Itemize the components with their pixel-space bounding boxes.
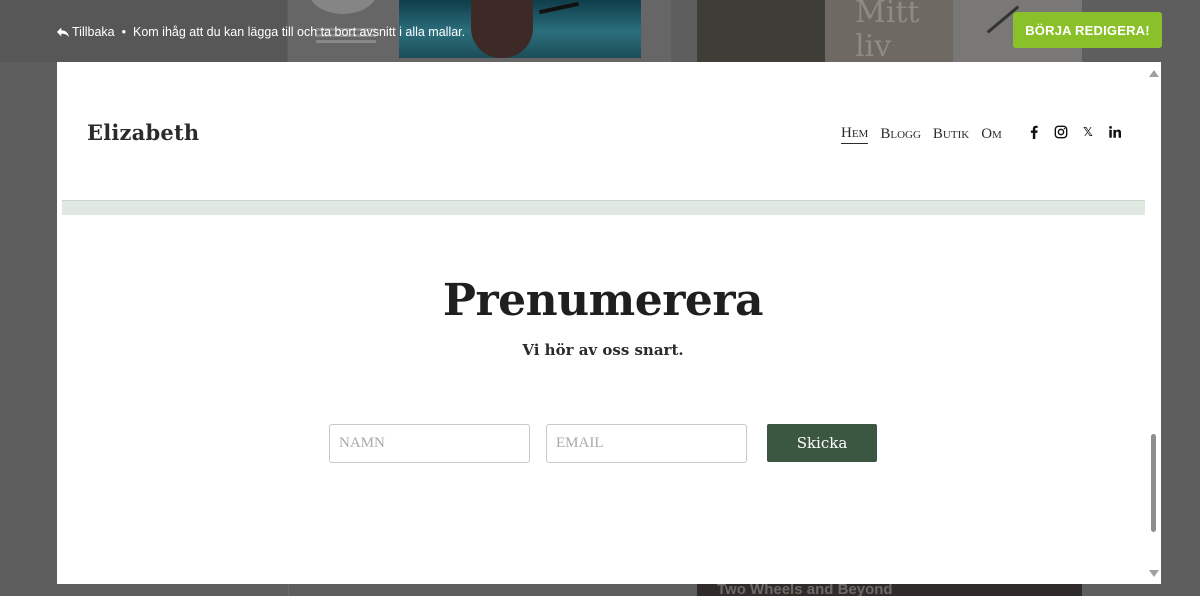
scroll-up-arrow-icon[interactable] xyxy=(1149,70,1159,77)
subscribe-subtitle: Vi hör av oss snart. xyxy=(522,341,684,359)
nav-item-blogg[interactable]: Blogg xyxy=(880,126,921,144)
scroll-down-arrow-icon[interactable] xyxy=(1149,570,1159,577)
template-title: Two Wheels and Beyond xyxy=(717,584,893,596)
site-header: Elizabeth Hem Blogg Butik Om 𝕏 xyxy=(57,62,1145,198)
back-link[interactable]: Tillbaka xyxy=(56,25,115,39)
start-editing-button[interactable]: BÖRJA REDIGERA! xyxy=(1013,12,1162,48)
template-card xyxy=(288,584,671,596)
template-title: Mitt liv xyxy=(855,0,920,64)
social-links: 𝕏 xyxy=(1027,125,1135,139)
nav-item-om[interactable]: Om xyxy=(981,126,1002,144)
instagram-icon[interactable] xyxy=(1054,125,1068,139)
nav-item-hem[interactable]: Hem xyxy=(841,125,869,144)
scrollbar[interactable] xyxy=(1145,62,1161,584)
hint-message: Kom ihåg att du kan lägga till och ta bo… xyxy=(133,25,466,39)
back-label: Tillbaka xyxy=(72,25,115,39)
scroll-thumb[interactable] xyxy=(1151,434,1156,532)
nav-item-butik[interactable]: Butik xyxy=(933,126,969,144)
site-nav: Hem Blogg Butik Om xyxy=(841,125,1014,144)
send-button[interactable]: Skicka xyxy=(767,424,877,462)
template-preview-frame: Elizabeth Hem Blogg Butik Om 𝕏 Prenumere… xyxy=(57,62,1161,584)
template-avatar xyxy=(308,0,378,14)
reply-arrow-icon xyxy=(56,27,70,38)
subscribe-title: Prenumerera xyxy=(442,275,764,326)
linkedin-icon[interactable] xyxy=(1108,125,1122,139)
editor-hint-bar: Tillbaka • Kom ihåg att du kan lägga til… xyxy=(56,25,465,39)
template-card: Two Wheels and Beyond xyxy=(697,584,1082,596)
facebook-icon[interactable] xyxy=(1027,125,1041,139)
site-logo[interactable]: Elizabeth xyxy=(87,120,199,145)
section-divider-band xyxy=(62,200,1145,215)
email-input[interactable] xyxy=(546,424,747,463)
separator: • xyxy=(121,25,126,39)
x-icon[interactable]: 𝕏 xyxy=(1081,125,1095,139)
name-input[interactable] xyxy=(329,424,530,463)
